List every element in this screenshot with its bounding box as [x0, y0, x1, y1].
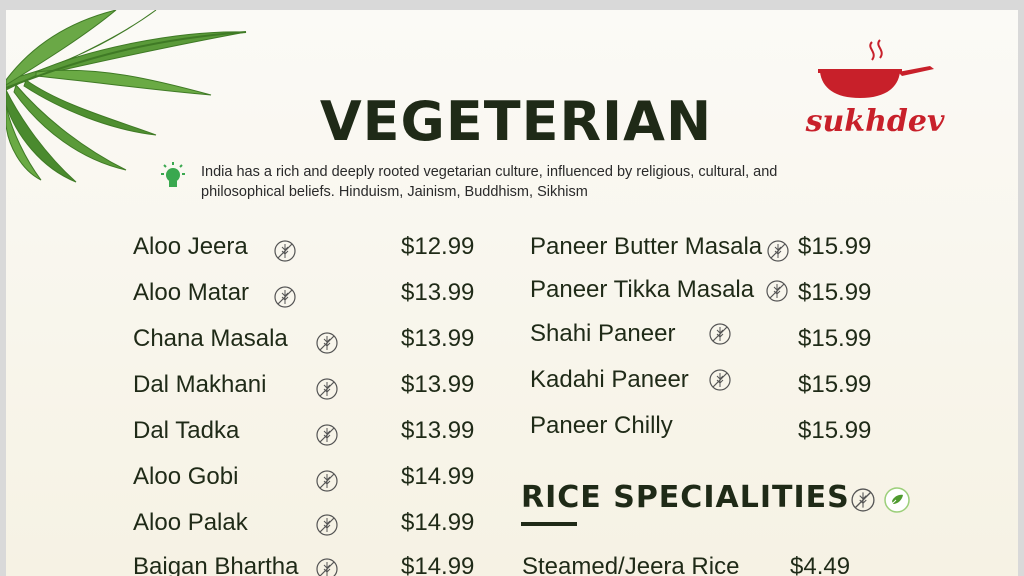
menu-item-name: Paneer Tikka Masala	[530, 276, 755, 303]
leaf-check-icon	[884, 487, 910, 513]
no-wheat-icon	[767, 240, 789, 262]
no-wheat-icon	[851, 488, 875, 512]
page-title: VEGETERIAN	[319, 90, 713, 153]
menu-item-name: Dal Makhani	[133, 371, 267, 398]
menu-item-price: $15.99	[798, 233, 872, 260]
menu-item-name: Paneer Butter Masala	[530, 233, 763, 260]
menu-item-price: $14.99	[401, 509, 475, 536]
menu-item-price: $13.99	[401, 417, 475, 444]
lightbulb-icon	[161, 162, 185, 187]
no-wheat-icon	[316, 332, 338, 354]
menu-item-name: Aloo Gobi	[133, 463, 239, 490]
wok-icon	[818, 39, 934, 98]
brand-logo: sukhdev	[790, 38, 960, 148]
menu-item-name: Aloo Jeera	[133, 233, 248, 260]
menu-item-price: $15.99	[798, 417, 872, 444]
menu-item-name: Shahi Paneer	[530, 320, 676, 347]
no-wheat-icon	[316, 514, 338, 536]
menu-item-name: Paneer Chilly	[530, 412, 673, 439]
no-wheat-icon	[316, 424, 338, 446]
menu-item-name: Chana Masala	[133, 325, 288, 352]
no-wheat-icon	[766, 280, 788, 302]
no-wheat-icon	[316, 558, 338, 576]
no-wheat-icon	[709, 323, 731, 345]
no-wheat-icon	[274, 286, 296, 308]
menu-item-price: $4.49	[790, 553, 851, 576]
menu-item-name: Kadahi Paneer	[530, 366, 689, 393]
menu-item-price: $14.99	[401, 463, 475, 490]
menu-item-price: $15.99	[798, 325, 872, 352]
menu-item-price: $12.99	[401, 233, 475, 260]
no-wheat-icon	[316, 470, 338, 492]
menu-item-price: $13.99	[401, 325, 475, 352]
menu-item-name: Steamed/Jeera Rice	[522, 553, 740, 576]
section-underline	[521, 522, 577, 526]
intro-text: India has a rich and deeply rooted veget…	[201, 164, 778, 200]
no-wheat-icon	[274, 240, 296, 262]
menu-item-name: Dal Tadka	[133, 417, 240, 444]
menu-item-name: Baigan Bhartha	[133, 553, 299, 576]
brand-name: sukhdev	[805, 104, 945, 139]
no-wheat-icon	[316, 378, 338, 400]
menu-item-price: $13.99	[401, 371, 475, 398]
menu-item-price: $13.99	[401, 279, 475, 306]
no-wheat-icon	[709, 369, 731, 391]
menu-item-name: Aloo Palak	[133, 509, 248, 536]
menu-page: VEGETERIAN sukhdev India has a rich and …	[6, 10, 1018, 576]
section-title-rice: RICE SPECIALITIES	[521, 480, 850, 515]
menu-item-price: $14.99	[401, 553, 475, 576]
menu-item-name: Aloo Matar	[133, 279, 250, 306]
menu-item-price: $15.99	[798, 371, 872, 398]
menu-item-price: $15.99	[798, 279, 872, 306]
